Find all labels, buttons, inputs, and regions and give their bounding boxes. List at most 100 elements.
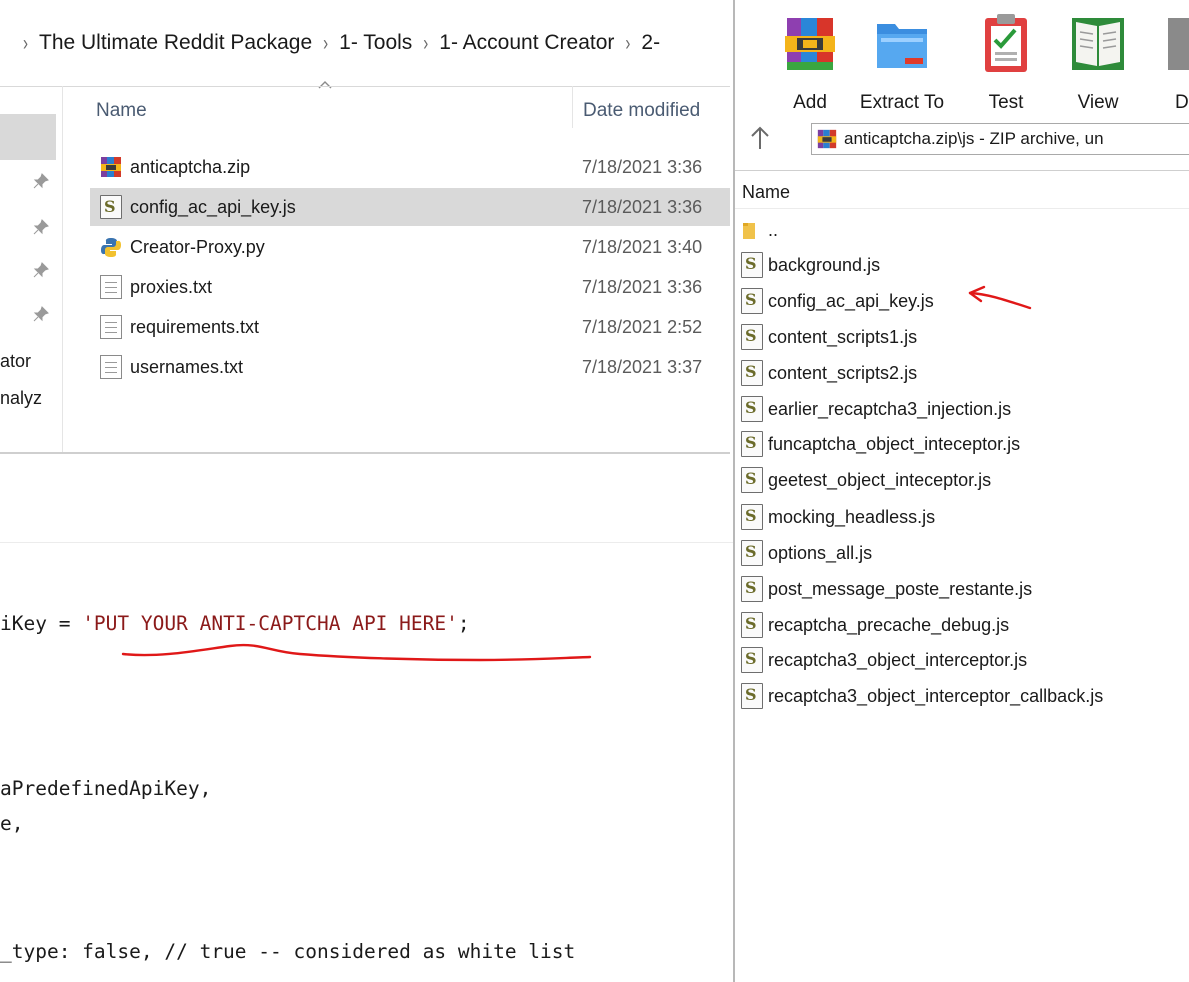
test-button[interactable]: Test [961,8,1051,113]
breadcrumb-separator-icon: › [625,31,631,55]
javascript-file-icon [741,683,763,709]
folder-icon [743,223,755,239]
archive-file-row[interactable]: content_scripts1.js [741,320,917,354]
breadcrumb: › The Ultimate Reddit Package › 1- Tools… [12,26,660,60]
breadcrumb-item-truncated[interactable]: 2- [641,31,660,55]
winrar-window: Add Extract To Test View D anticaptcha.z… [733,0,1189,982]
add-button[interactable]: Add [765,8,855,113]
divider [0,86,730,87]
archive-file-row[interactable]: mocking_headless.js [741,500,935,534]
javascript-file-icon [741,288,763,314]
nav-item-label[interactable]: nalyz [0,388,42,409]
javascript-file-icon [741,576,763,602]
winrar-toolbar: Add Extract To Test View D [735,0,1189,115]
add-button-label: Add [793,92,827,113]
column-header-name[interactable]: Name [96,100,147,122]
file-row-creator-proxy-py[interactable]: Creator-Proxy.py 7/18/2021 3:40 [90,228,730,266]
archive-file-row[interactable]: recaptcha_precache_debug.js [741,608,1009,642]
code-token: ; [457,612,470,635]
javascript-file-icon [741,252,763,278]
file-date: 7/18/2021 3:37 [582,356,703,377]
code-token: iKey = [0,612,83,635]
pin-icon[interactable] [33,219,49,235]
view-book-icon [1072,18,1124,70]
file-name: usernames.txt [130,356,244,377]
file-date: 7/18/2021 3:36 [582,276,703,297]
file-row-usernames-txt[interactable]: usernames.txt 7/18/2021 3:37 [90,348,730,386]
javascript-file-icon [100,195,122,219]
window-bottom-border [0,452,730,454]
file-name: options_all.js [768,542,873,563]
parent-folder-entry[interactable]: .. [741,213,778,247]
delete-button[interactable]: D [1145,8,1189,113]
archive-path-field[interactable]: anticaptcha.zip\js - ZIP archive, un [811,123,1189,155]
editor-toolbar-divider [0,542,735,543]
file-name: requirements.txt [130,316,260,337]
archive-file-row[interactable]: earlier_recaptcha3_injection.js [741,392,1011,426]
pin-icon[interactable] [33,173,49,189]
nav-item-selected[interactable] [0,114,56,160]
delete-icon [1168,18,1189,70]
code-editor[interactable]: iKey = 'PUT YOUR ANTI-CAPTCHA API HERE';… [0,456,735,982]
file-explorer-window: › The Ultimate Reddit Package › 1- Tools… [0,0,730,455]
code-line[interactable]: aPredefinedApiKey, [0,777,211,800]
file-date: 7/18/2021 3:40 [582,236,703,257]
archive-file-row[interactable]: geetest_object_inteceptor.js [741,463,991,497]
file-name: content_scripts1.js [768,326,918,347]
code-line-api-key[interactable]: iKey = 'PUT YOUR ANTI-CAPTCHA API HERE'; [0,612,470,635]
file-name: recaptcha3_object_interceptor.js [768,649,1028,670]
file-date: 7/18/2021 3:36 [582,196,703,217]
test-button-label: Test [988,92,1024,113]
pin-icon[interactable] [33,306,49,322]
file-row-proxies-txt[interactable]: proxies.txt 7/18/2021 3:36 [90,268,730,306]
file-name: mocking_headless.js [768,506,936,527]
archive-file-row[interactable]: funcaptcha_object_inteceptor.js [741,427,1020,461]
text-file-icon [100,355,122,379]
breadcrumb-item-tools[interactable]: 1- Tools [339,31,412,55]
sort-ascending-icon [318,81,332,89]
archive-path-text: anticaptcha.zip\js - ZIP archive, un [844,129,1104,148]
winrar-archive-icon [101,157,121,177]
python-file-icon [101,238,121,257]
breadcrumb-item-ultimate-reddit-package[interactable]: The Ultimate Reddit Package [39,31,312,55]
nav-item-label[interactable]: ator [0,351,31,372]
file-row-config-ac-api-key-js[interactable]: config_ac_api_key.js 7/18/2021 3:36 [90,188,730,226]
file-name: geetest_object_inteceptor.js [768,469,992,490]
up-one-level-icon[interactable] [749,125,771,151]
archive-file-row[interactable]: post_message_poste_restante.js [741,572,1032,606]
add-archive-icon [785,18,835,70]
archive-file-row[interactable]: background.js [741,248,880,282]
archive-file-row[interactable]: recaptcha3_object_interceptor.js [741,643,1027,677]
file-date: 7/18/2021 3:36 [582,156,703,177]
divider [735,208,1189,209]
column-header-name[interactable]: Name [742,182,790,203]
file-name: .. [768,219,779,240]
archive-file-row[interactable]: content_scripts2.js [741,356,917,390]
column-divider[interactable] [572,86,573,128]
api-key-placeholder-string: 'PUT YOUR ANTI-CAPTCHA API HERE' [82,612,458,635]
breadcrumb-separator-icon: › [423,31,429,55]
code-line[interactable]: e, [0,812,23,835]
view-button[interactable]: View [1053,8,1143,113]
text-file-icon [100,275,122,299]
breadcrumb-separator-icon: › [323,31,329,55]
javascript-file-icon [741,360,763,386]
extract-to-button[interactable]: Extract To [857,8,947,113]
text-file-icon [100,315,122,339]
pin-icon[interactable] [33,262,49,278]
column-header-date-modified[interactable]: Date modified [583,100,700,122]
breadcrumb-item-account-creator[interactable]: 1- Account Creator [439,31,614,55]
code-line[interactable]: _type: false, // true -- considered as w… [0,940,575,963]
test-clipboard-icon [985,14,1027,72]
file-row-anticaptcha-zip[interactable]: anticaptcha.zip 7/18/2021 3:36 [90,148,730,186]
archive-file-row[interactable]: options_all.js [741,536,872,570]
file-name: content_scripts2.js [768,362,918,383]
breadcrumb-separator-icon: › [23,31,28,55]
file-row-requirements-txt[interactable]: requirements.txt 7/18/2021 2:52 [90,308,730,346]
archive-file-row-config-ac-api-key[interactable]: config_ac_api_key.js [741,284,934,318]
file-name: post_message_poste_restante.js [768,578,1033,599]
archive-file-row[interactable]: recaptcha3_object_interceptor_callback.j… [741,679,1103,713]
address-bar-row: anticaptcha.zip\js - ZIP archive, un [735,115,1189,163]
javascript-file-icon [741,612,763,638]
extract-to-button-label: Extract To [859,92,945,113]
